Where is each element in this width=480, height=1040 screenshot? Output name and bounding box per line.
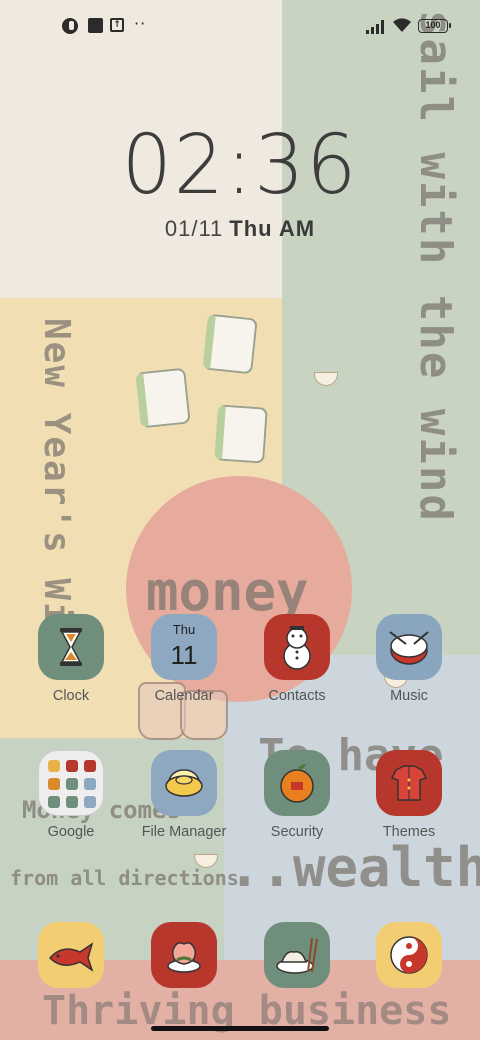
app-label: Google bbox=[47, 824, 95, 840]
mi-icon bbox=[62, 18, 78, 34]
clock-time[interactable]: 02:36 bbox=[10, 118, 471, 213]
day-text: Thu AM bbox=[229, 216, 316, 241]
red-shirt-icon bbox=[376, 750, 442, 816]
calendar-weekday: Thu bbox=[172, 622, 196, 637]
rice-cake-illustration bbox=[135, 367, 191, 429]
app-label: Security bbox=[270, 824, 324, 840]
rice-cake-illustration bbox=[202, 313, 258, 375]
upload-icon: ↑ bbox=[110, 18, 124, 32]
dumpling-icon bbox=[264, 922, 330, 988]
dock-app-peach[interactable] bbox=[129, 922, 239, 988]
gold-ingot-icon bbox=[151, 750, 217, 816]
app-contacts[interactable]: Contacts bbox=[242, 614, 352, 704]
wallpaper-text-wealth: ..wealth bbox=[228, 836, 480, 899]
calendar-date: 11 bbox=[170, 640, 198, 670]
dock-app-yinyang[interactable] bbox=[354, 922, 464, 988]
battery-icon: 100 bbox=[418, 19, 451, 33]
app-label: Clock bbox=[52, 688, 90, 704]
peach-icon bbox=[151, 922, 217, 988]
square-icon bbox=[88, 18, 103, 33]
dock-app-dumpling[interactable] bbox=[242, 922, 352, 988]
app-themes[interactable]: Themes bbox=[354, 750, 464, 840]
clock-date[interactable]: 01/11 Thu AM bbox=[0, 216, 480, 242]
app-label: Calendar bbox=[154, 688, 214, 704]
app-clock[interactable]: Clock bbox=[16, 614, 126, 704]
google-folder-icon bbox=[38, 750, 104, 816]
snowman-icon bbox=[264, 614, 330, 680]
app-security[interactable]: Security bbox=[242, 750, 352, 840]
wallpaper-text-directions: from all directions bbox=[10, 866, 239, 890]
home-indicator[interactable] bbox=[151, 1026, 329, 1031]
koi-fish-icon bbox=[38, 922, 104, 988]
app-label: Music bbox=[390, 688, 428, 704]
drum-icon bbox=[376, 614, 442, 680]
dock-app-koi[interactable] bbox=[16, 922, 126, 988]
yin-yang-icon bbox=[376, 922, 442, 988]
app-file-manager[interactable]: File Manager bbox=[129, 750, 239, 840]
hourglass-icon bbox=[38, 614, 104, 680]
rice-cake-illustration bbox=[214, 404, 268, 464]
orange-icon bbox=[264, 750, 330, 816]
app-label: Contacts bbox=[268, 688, 326, 704]
date-text: 01/11 bbox=[164, 216, 224, 241]
signal-icon bbox=[366, 20, 384, 34]
app-label: Themes bbox=[382, 824, 436, 840]
app-google-folder[interactable]: Google bbox=[16, 750, 126, 840]
wifi-icon bbox=[393, 18, 411, 32]
calendar-icon: Thu 11 bbox=[151, 614, 217, 680]
wallpaper-text-sail: sail with the wind bbox=[410, 10, 461, 523]
status-bar: ↑ ·· 100 bbox=[0, 14, 480, 40]
app-music[interactable]: Music bbox=[354, 614, 464, 704]
app-calendar[interactable]: Thu 11 Calendar bbox=[129, 614, 239, 704]
app-label: File Manager bbox=[141, 824, 227, 840]
more-dots-icon: ·· bbox=[134, 14, 147, 33]
